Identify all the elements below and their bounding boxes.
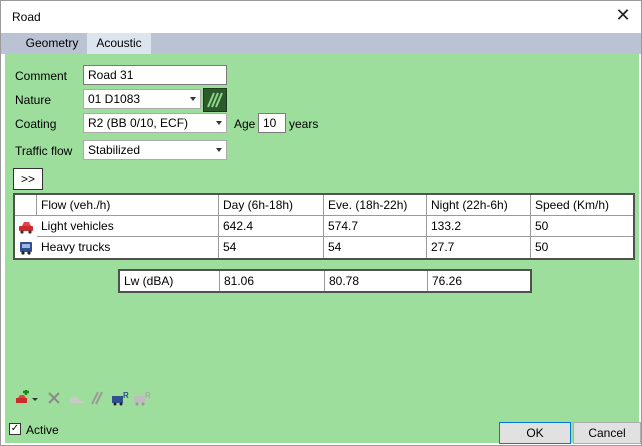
traffic-grid: Flow (veh./h) Day (6h-18h) Eve. (18h-22h… xyxy=(13,193,635,260)
row-speed[interactable]: 50 xyxy=(531,216,633,237)
age-label: Age xyxy=(234,117,256,131)
row-day[interactable]: 642.4 xyxy=(219,216,324,237)
lw-day: 81.06 xyxy=(220,271,325,291)
svg-text:R: R xyxy=(123,391,129,400)
age-field[interactable]: 10 xyxy=(258,113,286,133)
traffic-flow-label: Traffic flow xyxy=(15,144,73,158)
coating-select[interactable]: R2 (BB 0/10, ECF) xyxy=(83,113,227,133)
nature-label: Nature xyxy=(15,93,52,107)
header-flow: Flow (veh./h) xyxy=(37,195,219,216)
acoustic-panel: Comment Road 31 Nature 01 D1083 Coating … xyxy=(5,54,641,444)
svg-text:R: R xyxy=(145,391,151,400)
header-day: Day (6h-18h) xyxy=(219,195,324,216)
active-label: Active xyxy=(26,423,59,437)
lw-night: 76.26 xyxy=(432,274,463,288)
nature-select-value: 01 D1083 xyxy=(88,92,141,106)
expand-button[interactable]: >> xyxy=(13,168,43,190)
lw-label: Lw (dBA) xyxy=(120,271,220,291)
row-day[interactable]: 54 xyxy=(219,237,324,258)
tab-acoustic[interactable]: Acoustic xyxy=(87,33,151,54)
active-checkbox[interactable]: ✓ xyxy=(9,423,21,435)
add-dropdown-icon[interactable] xyxy=(15,390,41,406)
comment-label: Comment xyxy=(15,69,68,83)
lw-summary: Lw (dBA) 81.06 80.78 76.26 xyxy=(118,269,532,293)
age-unit: years xyxy=(289,117,319,131)
chevron-down-icon xyxy=(216,148,222,152)
header-speed: Speed (Km/h) xyxy=(531,195,633,216)
chevron-down-icon xyxy=(216,121,222,125)
close-icon[interactable]: ✕ xyxy=(613,5,633,25)
chevron-down-icon xyxy=(190,97,196,101)
nature-select[interactable]: 01 D1083 xyxy=(83,89,201,109)
row-night[interactable]: 133.2 xyxy=(427,216,531,237)
road-stripes-icon xyxy=(207,92,223,108)
tab-strip: Geometry Acoustic xyxy=(1,33,641,54)
car-icon xyxy=(19,222,33,234)
road-nature-button[interactable] xyxy=(203,88,227,112)
shape-icon[interactable] xyxy=(67,390,85,406)
delete-icon[interactable] xyxy=(45,390,63,406)
road-edit-icon[interactable] xyxy=(89,390,107,406)
header-night: Night (22h-6h) xyxy=(427,195,531,216)
truck-r-icon[interactable]: R xyxy=(111,390,129,406)
road-dialog: Road ✕ Geometry Acoustic Comment Road 31… xyxy=(0,0,642,446)
traffic-flow-select[interactable]: Stabilized xyxy=(83,140,227,160)
row-name: Light vehicles xyxy=(37,216,219,237)
ok-button[interactable]: OK xyxy=(499,422,571,444)
truck-icon xyxy=(20,242,32,255)
lw-eve: 80.78 xyxy=(325,271,428,291)
traffic-flow-select-value: Stabilized xyxy=(88,143,141,157)
header-eve: Eve. (18h-22h) xyxy=(324,195,427,216)
title-bar: Road ✕ xyxy=(1,1,641,32)
row-name: Heavy trucks xyxy=(37,237,219,258)
coating-label: Coating xyxy=(15,117,57,131)
tab-geometry[interactable]: Geometry xyxy=(17,33,87,54)
coating-select-value: R2 (BB 0/10, ECF) xyxy=(88,116,189,130)
window-title: Road xyxy=(12,10,41,24)
comment-field[interactable]: Road 31 xyxy=(83,65,227,85)
row-night[interactable]: 27.7 xyxy=(427,237,531,258)
row-eve[interactable]: 574.7 xyxy=(324,216,427,237)
cancel-button[interactable]: Cancel xyxy=(573,422,641,444)
row-eve[interactable]: 54 xyxy=(324,237,427,258)
truck-r-disabled-icon[interactable]: R xyxy=(133,390,151,406)
grid-corner xyxy=(15,195,37,216)
row-speed[interactable]: 50 xyxy=(531,237,633,258)
